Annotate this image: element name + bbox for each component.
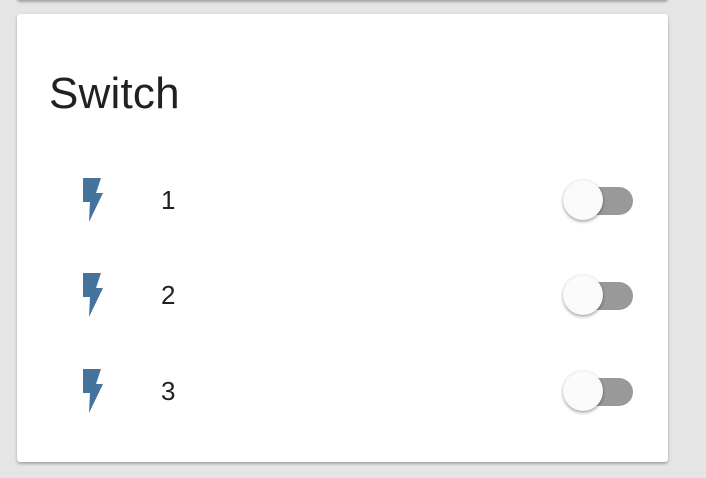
toggle-knob bbox=[563, 180, 603, 220]
entity-name: 3 bbox=[161, 376, 176, 406]
toggle-knob bbox=[563, 275, 603, 315]
entity-row-1[interactable]: 1 bbox=[17, 170, 668, 230]
toggle-switch-1[interactable] bbox=[563, 178, 637, 222]
toggle-knob bbox=[563, 371, 603, 411]
entity-name: 1 bbox=[161, 185, 176, 215]
entity-row-2[interactable]: 2 bbox=[17, 265, 668, 325]
card-title: Switch bbox=[49, 69, 180, 118]
toggle-switch-3[interactable] bbox=[563, 369, 637, 413]
entity-name: 2 bbox=[161, 280, 176, 310]
entity-row-3[interactable]: 3 bbox=[17, 361, 668, 421]
flash-icon bbox=[75, 369, 105, 413]
toggle-switch-2[interactable] bbox=[563, 273, 637, 317]
switch-card: Switch 1 2 3 bbox=[17, 14, 668, 462]
flash-icon bbox=[75, 273, 105, 317]
flash-icon bbox=[75, 178, 105, 222]
